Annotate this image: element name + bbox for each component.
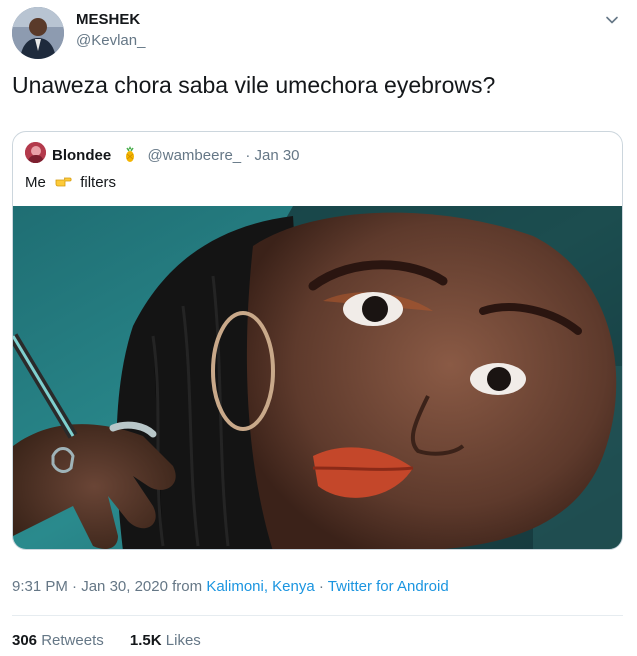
meta-separator-1: · bbox=[72, 578, 78, 595]
source-link[interactable]: Twitter for Android bbox=[328, 578, 449, 595]
tweet-time[interactable]: 9:31 PM bbox=[12, 578, 68, 595]
quote-separator: · bbox=[245, 147, 251, 164]
likes-stat[interactable]: 1.5K Likes bbox=[130, 632, 201, 649]
quote-handle[interactable]: @wambeere_ bbox=[148, 147, 242, 164]
author-avatar[interactable] bbox=[12, 7, 64, 59]
chevron-down-icon[interactable] bbox=[604, 12, 620, 28]
quote-text-before: Me bbox=[25, 174, 46, 191]
location-link[interactable]: Kalimoni, Kenya bbox=[206, 578, 314, 595]
retweets-stat[interactable]: 306 Retweets bbox=[12, 632, 104, 649]
tweet-date[interactable]: Jan 30, 2020 bbox=[81, 578, 168, 595]
quote-header: Blondee @wambeere_ · Jan 30 bbox=[52, 145, 300, 165]
quote-avatar[interactable] bbox=[25, 142, 46, 163]
meta-separator-2: · bbox=[318, 578, 324, 595]
quote-text: Me filters bbox=[25, 172, 116, 193]
quote-date[interactable]: Jan 30 bbox=[254, 147, 299, 164]
likes-count: 1.5K bbox=[129, 632, 162, 649]
quote-photo[interactable] bbox=[13, 206, 622, 549]
tweet-meta: 9:31 PM · Jan 30, 2020 from Kalimoni, Ke… bbox=[12, 578, 449, 595]
author-name[interactable]: MESHEK bbox=[76, 10, 145, 30]
tweet-stats: 306 Retweets 1.5K Likes bbox=[12, 632, 223, 649]
quoted-tweet[interactable]: Blondee @wambeere_ · Jan 30 Me filters bbox=[12, 131, 623, 550]
likes-label: Likes bbox=[165, 632, 201, 649]
author-block: MESHEK @Kevlan_ bbox=[76, 10, 145, 51]
pineapple-emoji-icon bbox=[121, 145, 139, 163]
tweet-text: Unaweza chora saba vile umechora eyebrow… bbox=[12, 72, 496, 98]
retweets-count: 306 bbox=[12, 632, 38, 649]
retweets-label: Retweets bbox=[41, 632, 104, 649]
divider bbox=[12, 615, 623, 616]
from-word: from bbox=[172, 578, 203, 595]
author-handle[interactable]: @Kevlan_ bbox=[76, 31, 145, 51]
quote-name[interactable]: Blondee bbox=[52, 147, 111, 164]
pointing-right-hand-icon bbox=[54, 172, 72, 190]
quote-text-after: filters bbox=[80, 174, 117, 191]
